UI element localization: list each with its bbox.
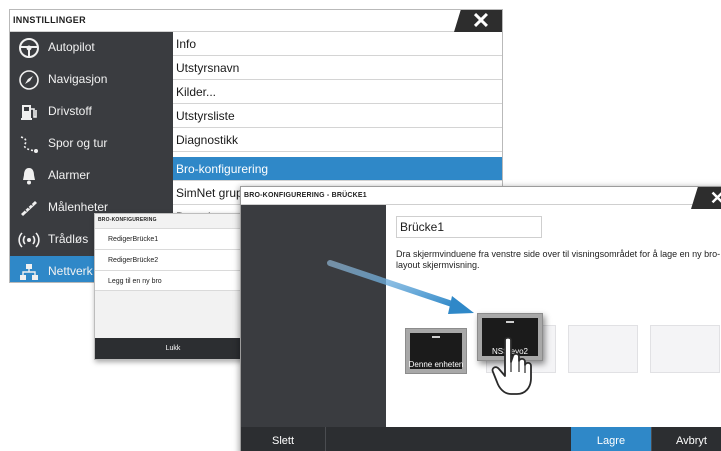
bell-icon [17,164,41,188]
sidebar-item-label: Alarmer [48,168,91,182]
sidebar-item-label: Autopilot [48,40,95,54]
menu-item-kilder[interactable]: Kilder... [173,80,502,104]
layout-slot[interactable] [650,325,720,373]
instruction-text: Dra skjermvinduene fra venstre side over… [396,249,721,270]
device-label: Denne enheten [408,360,464,369]
menu-item-diagnostikk[interactable]: Diagnostikk [173,128,502,152]
sidebar-item-drivstoff[interactable]: Drivstoff [10,96,173,128]
compass-icon [17,68,41,92]
sidebar-item-label: Drivstoff [48,104,92,118]
lagre-button[interactable]: Lagre [571,427,651,451]
settings-title: INNSTILLINGER [13,15,86,25]
sidebar-item-label: Målenheter [48,200,109,214]
track-icon [17,132,41,156]
network-icon [17,260,41,282]
close-icon: ✕ [710,188,721,208]
sidebar-item-spor-og-tur[interactable]: Spor og tur [10,128,173,160]
ruler-icon [17,196,41,220]
device-label: NSS evo2 [491,347,529,356]
bro-item-rediger-brucke1[interactable]: RedigerBrücke1 [95,228,251,249]
menu-item-utstyrsliste[interactable]: Utstyrsliste [173,104,502,128]
sidebar-item-label: Trådløs [48,232,89,246]
sidebar-item-label: Navigasjon [48,72,108,86]
bro-item-legg-til[interactable]: Legg til en ny bro [95,270,251,291]
settings-titlebar: INNSTILLINGER ✕ [10,10,502,32]
bridge-config-window: BRO-KONFIGURERING - BRÜCKE1 ✕ Brücke1 Dr… [240,186,721,451]
sidebar-item-navigasjon[interactable]: Navigasjon [10,64,173,96]
device-nss-evo2[interactable]: NSS evo2 [477,313,543,361]
layout-slot[interactable] [568,325,638,373]
settings-close-button[interactable]: ✕ [454,10,502,32]
popup-title: BRO-KONFIGURERING [98,217,157,223]
menu-item-bro-konfigurering[interactable]: Bro-konfigurering [173,157,502,181]
avbryt-button[interactable]: Avbryt [652,427,721,451]
wireless-icon [17,228,41,252]
bridge-title: BRO-KONFIGURERING - BRÜCKE1 [244,192,367,199]
lukk-button[interactable]: Lukk [95,338,251,359]
bridge-bottom-bar: Slett Lagre Avbryt [241,427,721,451]
divider [325,427,326,451]
menu-item-utstyrsnavn[interactable]: Utstyrsnavn [173,56,502,80]
device-denne-enheten[interactable]: Denne enheten [405,328,467,374]
sidebar-item-alarmer[interactable]: Alarmer [10,160,173,192]
menu-item-info[interactable]: Info [173,32,502,56]
steering-wheel-icon [17,36,41,60]
source-pane[interactable] [241,205,386,429]
slett-button[interactable]: Slett [241,427,325,451]
bridge-name-field[interactable]: Brücke1 [396,216,542,238]
sidebar-item-label: Nettverk [48,264,93,278]
close-icon: ✕ [471,9,491,33]
bro-konfigurering-popup: BRO-KONFIGURERING RedigerBrücke1 Rediger… [94,213,252,360]
sidebar-item-autopilot[interactable]: Autopilot [10,32,173,64]
bro-item-rediger-brucke2[interactable]: RedigerBrücke2 [95,249,251,270]
bridge-titlebar: BRO-KONFIGURERING - BRÜCKE1 [241,187,721,205]
fuel-pump-icon [17,100,41,124]
sidebar-item-label: Spor og tur [48,136,108,150]
